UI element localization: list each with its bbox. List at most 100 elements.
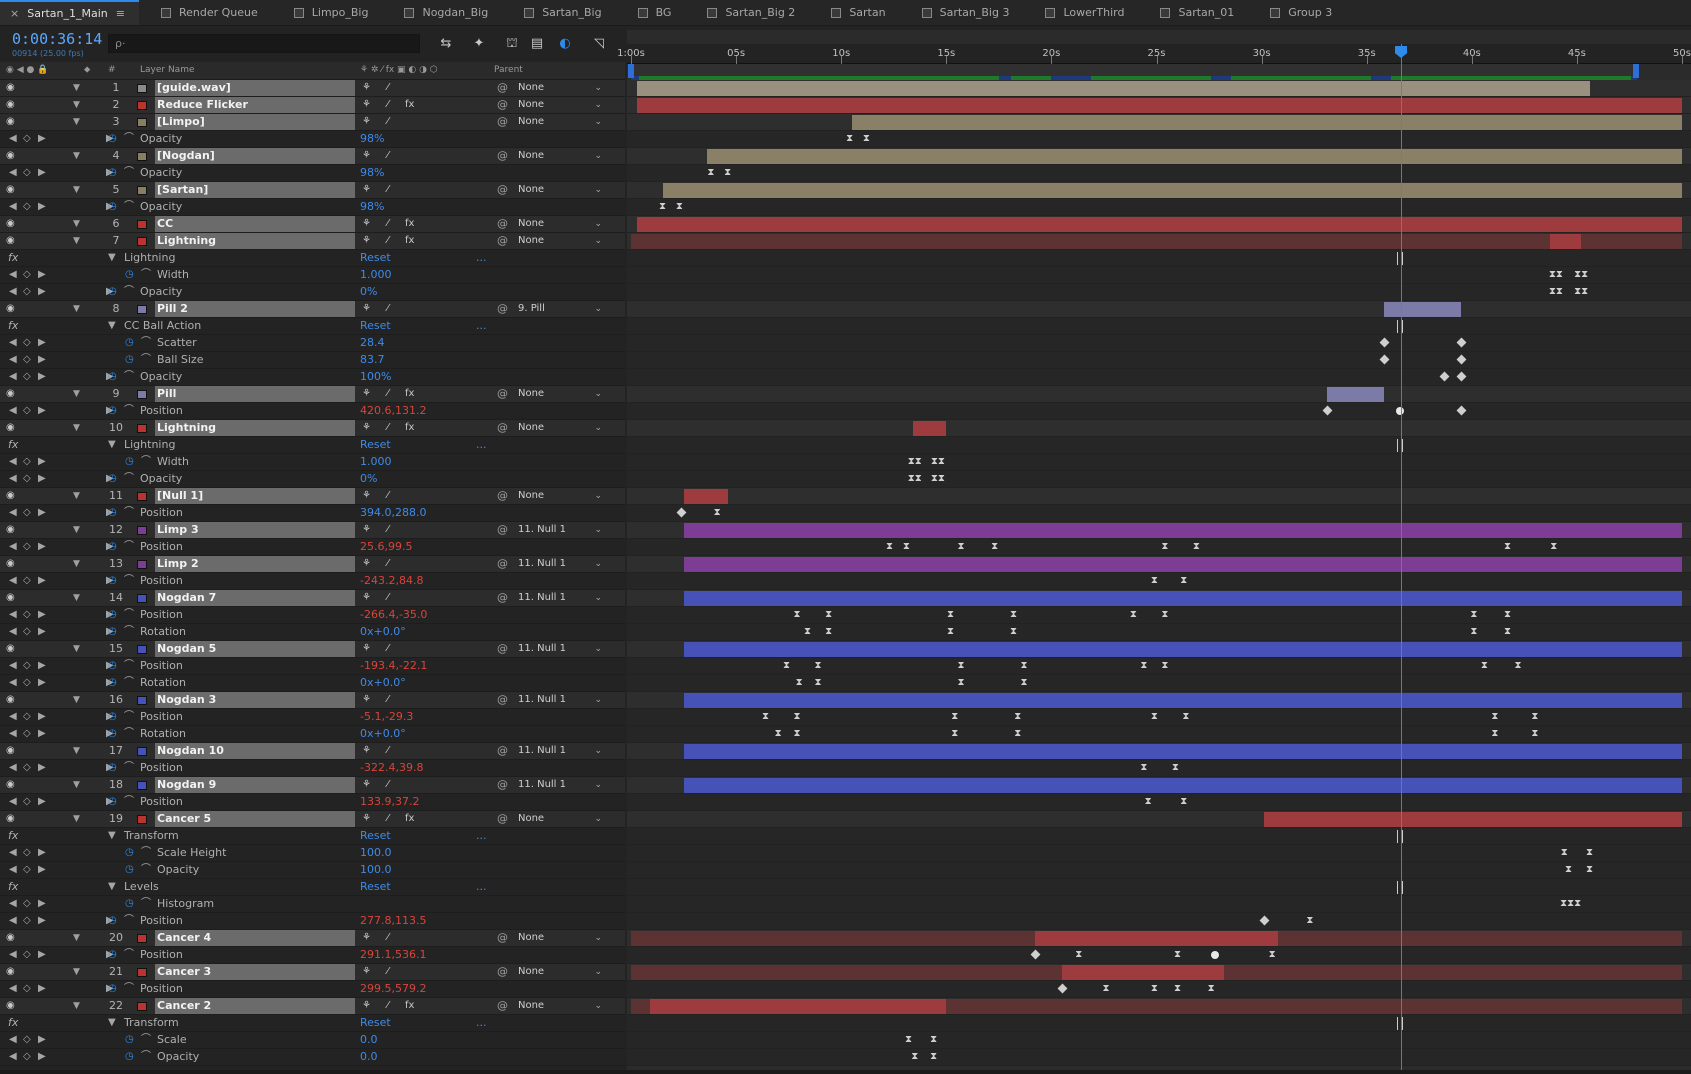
graph-icon[interactable]: ⌒ bbox=[124, 403, 134, 419]
timeline-track[interactable] bbox=[627, 641, 1691, 658]
prev-keyframe-icon[interactable]: ◀ bbox=[9, 369, 17, 385]
keyframe-icon[interactable]: ⧗ bbox=[723, 167, 733, 179]
timeline-track[interactable] bbox=[627, 590, 1691, 607]
timeline-track[interactable]: ⧗ ⧗ ⧗ ⧗ ⧗ ⧗ bbox=[627, 726, 1691, 743]
quality-switch-icon[interactable]: ⁄ bbox=[387, 80, 389, 96]
keyframe-auto-bezier-icon[interactable] bbox=[1211, 951, 1220, 959]
visibility-eye-icon[interactable]: ◉ bbox=[6, 420, 15, 436]
next-keyframe-icon[interactable]: ▶ bbox=[38, 913, 46, 929]
quality-switch-icon[interactable]: ⁄ bbox=[387, 998, 389, 1014]
tab-sartan-big[interactable]: Sartan_Big bbox=[514, 0, 615, 25]
visibility-eye-icon[interactable]: ◉ bbox=[6, 80, 15, 96]
property-value[interactable]: 0x+0.0° bbox=[360, 675, 406, 691]
timeline-track[interactable] bbox=[627, 964, 1691, 981]
label-color-swatch[interactable] bbox=[137, 594, 147, 603]
twirl-arrow-icon[interactable]: ▼ bbox=[73, 386, 80, 402]
layer-search-input[interactable]: ρ· bbox=[108, 34, 420, 53]
stopwatch-icon[interactable]: ◷ bbox=[108, 913, 117, 929]
add-keyframe-icon[interactable]: ◇ bbox=[23, 471, 31, 487]
keyframe-icon[interactable]: ⧗ bbox=[674, 201, 684, 213]
pickwhip-icon[interactable]: @ bbox=[497, 930, 508, 946]
layer-name[interactable]: [Nogdan] bbox=[155, 148, 355, 164]
property-row[interactable]: ◀ ◇ ▶ ▶ ◷ ⌒ Position -5.1,-29.3 ⧗ ⧗ ⧗ ⧗ ⧗ ⧗ ⧗ ⧗ bbox=[0, 709, 1691, 726]
stopwatch-icon[interactable]: ◷ bbox=[108, 675, 117, 691]
graph-icon[interactable]: ⌒ bbox=[124, 131, 134, 147]
layer-row[interactable]: ◉ ▼ 6 CC ⚘ ⁄ fx @ None ⌄ bbox=[0, 216, 1691, 233]
next-keyframe-icon[interactable]: ▶ bbox=[38, 352, 46, 368]
timeline-track[interactable] bbox=[627, 80, 1691, 97]
graph-icon[interactable]: ⌒ bbox=[124, 284, 134, 300]
quality-switch-icon[interactable]: ⁄ bbox=[387, 556, 389, 572]
property-row[interactable]: ◀ ◇ ▶ ▶ ◷ ⌒ Position 394.0,288.0 ⧗ bbox=[0, 505, 1691, 522]
add-keyframe-icon[interactable]: ◇ bbox=[23, 199, 31, 215]
graph-icon[interactable]: ⌒ bbox=[141, 845, 151, 861]
add-keyframe-icon[interactable]: ◇ bbox=[23, 284, 31, 300]
layer-name[interactable]: Nogdan 7 bbox=[155, 590, 355, 606]
twirl-arrow-icon[interactable]: ▼ bbox=[73, 692, 80, 708]
next-keyframe-icon[interactable]: ▶ bbox=[38, 1049, 46, 1065]
stopwatch-icon[interactable]: ◷ bbox=[125, 352, 134, 368]
keyframe-icon[interactable]: ⧗ bbox=[861, 133, 871, 145]
tab-bg[interactable]: BG bbox=[628, 0, 686, 25]
keyframe-icon[interactable]: ⧗ bbox=[1019, 677, 1029, 689]
layer-row[interactable]: ◉ ▼ 19 Cancer 5 ⚘ ⁄ fx @ None ⌄ bbox=[0, 811, 1691, 828]
add-keyframe-icon[interactable]: ◇ bbox=[23, 267, 31, 283]
keyframe-icon[interactable]: ⧗ bbox=[803, 626, 813, 638]
keyframe-icon[interactable]: ⧗ bbox=[824, 626, 834, 638]
keyframe-diamond-icon[interactable] bbox=[1456, 371, 1467, 382]
stopwatch-icon[interactable]: ◷ bbox=[125, 1032, 134, 1048]
layer-name[interactable]: [Null 1] bbox=[155, 488, 355, 504]
layer-duration-bar[interactable] bbox=[637, 81, 1590, 96]
layer-name[interactable]: Cancer 4 bbox=[155, 930, 355, 946]
label-color-swatch[interactable] bbox=[137, 237, 147, 246]
add-keyframe-icon[interactable]: ◇ bbox=[23, 896, 31, 912]
timeline-track[interactable] bbox=[627, 1015, 1691, 1032]
shy-switch-icon[interactable]: ⚘ bbox=[362, 964, 371, 980]
stopwatch-icon[interactable]: ◷ bbox=[108, 794, 117, 810]
parent-dropdown[interactable]: 11. Null 1 ⌄ bbox=[518, 778, 602, 792]
keyframe-icon[interactable]: ⧗ bbox=[929, 1034, 939, 1046]
layer-row[interactable]: ◉ ▼ 22 Cancer 2 ⚘ ⁄ fx @ None ⌄ bbox=[0, 998, 1691, 1015]
layer-row[interactable]: ◉ ▼ 14 Nogdan 7 ⚘ ⁄ @11. Null 1 ⌄ bbox=[0, 590, 1691, 607]
prev-keyframe-icon[interactable]: ◀ bbox=[9, 573, 17, 589]
stopwatch-icon[interactable]: ◷ bbox=[108, 760, 117, 776]
graph-icon[interactable]: ⌒ bbox=[124, 607, 134, 623]
stopwatch-icon[interactable]: ◷ bbox=[108, 573, 117, 589]
next-keyframe-icon[interactable]: ▶ bbox=[38, 284, 46, 300]
parent-dropdown[interactable]: 11. Null 1 ⌄ bbox=[518, 693, 602, 707]
keyframe-icon[interactable]: ⧗ bbox=[885, 541, 895, 553]
layer-duration-bar[interactable] bbox=[683, 523, 1682, 538]
property-value[interactable]: 100.0 bbox=[360, 845, 392, 861]
graph-icon[interactable]: ⌒ bbox=[124, 658, 134, 674]
next-keyframe-icon[interactable]: ▶ bbox=[38, 573, 46, 589]
keyframe-icon[interactable]: ⧗ bbox=[929, 1051, 939, 1063]
stopwatch-icon[interactable]: ◷ bbox=[108, 471, 117, 487]
timeline-track[interactable] bbox=[627, 488, 1691, 505]
stopwatch-icon[interactable]: ◷ bbox=[125, 896, 134, 912]
graph-icon[interactable]: ⌒ bbox=[141, 896, 151, 912]
layer-row[interactable]: ◉ ▼ 11 [Null 1] ⚘ ⁄ @ None ⌄ bbox=[0, 488, 1691, 505]
add-keyframe-icon[interactable]: ◇ bbox=[23, 675, 31, 691]
parent-dropdown[interactable]: 11. Null 1 ⌄ bbox=[518, 557, 602, 571]
layer-name[interactable]: Cancer 2 bbox=[155, 998, 355, 1014]
property-value[interactable]: 83.7 bbox=[360, 352, 385, 368]
keyframe-icon[interactable]: ⧗ bbox=[1559, 847, 1569, 859]
keyframe-icon[interactable]: ⧗ bbox=[1479, 660, 1489, 672]
graph-icon[interactable]: ⌒ bbox=[141, 862, 151, 878]
quality-switch-icon[interactable]: ⁄ bbox=[387, 930, 389, 946]
parent-dropdown[interactable]: None ⌄ bbox=[518, 387, 602, 401]
label-color-swatch[interactable] bbox=[137, 968, 147, 977]
property-value[interactable]: 98% bbox=[360, 165, 384, 181]
visibility-eye-icon[interactable]: ◉ bbox=[6, 556, 15, 572]
parent-dropdown[interactable]: None ⌄ bbox=[518, 421, 602, 435]
visibility-eye-icon[interactable]: ◉ bbox=[6, 114, 15, 130]
add-keyframe-icon[interactable]: ◇ bbox=[23, 369, 31, 385]
graph-icon[interactable]: ⌒ bbox=[124, 675, 134, 691]
timeline-track[interactable] bbox=[627, 386, 1691, 403]
property-row[interactable]: ◀ ◇ ▶ ▶ ◷ ⌒ Position 25.6,99.5 ⧗ ⧗ ⧗ ⧗ ⧗ ⧗ ⧗ ⧗ bbox=[0, 539, 1691, 556]
add-keyframe-icon[interactable]: ◇ bbox=[23, 607, 31, 623]
keyframe-icon[interactable]: ⧗ bbox=[1513, 660, 1523, 672]
timeline-track[interactable] bbox=[627, 828, 1691, 845]
twirl-arrow-icon[interactable]: ▼ bbox=[73, 216, 80, 232]
effect-row[interactable]: fx ▼ Transform Reset... bbox=[0, 828, 1691, 845]
